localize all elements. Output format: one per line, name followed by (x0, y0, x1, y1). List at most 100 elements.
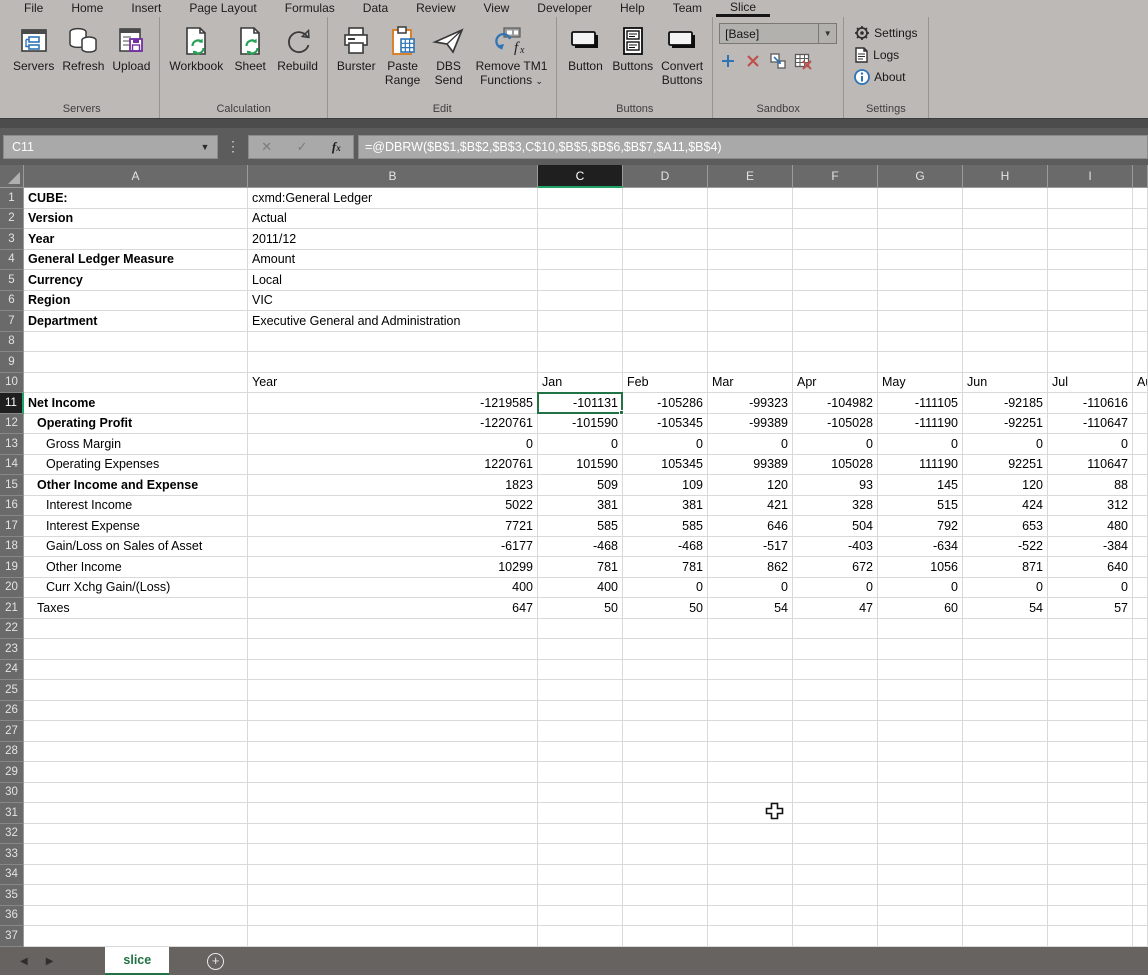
row-header-20[interactable]: 20 (0, 578, 24, 599)
row-header-17[interactable]: 17 (0, 516, 24, 537)
cell[interactable] (708, 352, 793, 373)
cell[interactable] (708, 865, 793, 886)
cell[interactable] (538, 680, 623, 701)
cell[interactable] (708, 885, 793, 906)
commit-sandbox-button[interactable] (769, 52, 787, 70)
cell[interactable] (878, 291, 963, 312)
cell[interactable] (623, 742, 708, 763)
cell[interactable]: -99389 (708, 414, 793, 435)
cell[interactable]: 862 (708, 557, 793, 578)
cell[interactable]: 0 (963, 578, 1048, 599)
cell[interactable] (708, 188, 793, 209)
cell[interactable] (878, 188, 963, 209)
cell[interactable] (24, 332, 248, 353)
rebuild-button[interactable]: Rebuild (274, 21, 321, 75)
ribbon-tab-formulas[interactable]: Formulas (271, 0, 349, 17)
row-header-5[interactable]: 5 (0, 270, 24, 291)
cell[interactable]: cxmd:General Ledger (248, 188, 538, 209)
cell[interactable]: Curr Xchg Gain/(Loss) (24, 578, 248, 599)
cell[interactable] (793, 270, 878, 291)
cell[interactable] (538, 926, 623, 947)
cell[interactable]: 54 (963, 598, 1048, 619)
ribbon-tab-insert[interactable]: Insert (117, 0, 175, 17)
cell[interactable] (793, 824, 878, 845)
cell[interactable] (248, 926, 538, 947)
insert-function-icon[interactable]: fx (332, 139, 341, 155)
cell[interactable]: 1220761 (248, 455, 538, 476)
cell[interactable] (878, 721, 963, 742)
row-header-4[interactable]: 4 (0, 250, 24, 271)
cell[interactable] (878, 639, 963, 660)
cell[interactable] (24, 824, 248, 845)
cell[interactable] (24, 721, 248, 742)
cell[interactable] (538, 742, 623, 763)
cell[interactable] (878, 209, 963, 230)
row-header-26[interactable]: 26 (0, 701, 24, 722)
cell[interactable] (1133, 188, 1148, 209)
cell[interactable] (793, 639, 878, 660)
cell[interactable] (24, 373, 248, 394)
cell[interactable]: 381 (623, 496, 708, 517)
cell[interactable] (248, 680, 538, 701)
cell[interactable]: -403 (793, 537, 878, 558)
cell[interactable] (24, 680, 248, 701)
cell[interactable]: 99389 (708, 455, 793, 476)
cell[interactable]: 640 (1048, 557, 1133, 578)
cell[interactable]: 0 (538, 434, 623, 455)
cell[interactable] (623, 680, 708, 701)
buttons-button[interactable]: Buttons (609, 21, 656, 75)
cell[interactable] (1133, 393, 1148, 414)
cell[interactable] (1133, 578, 1148, 599)
cell[interactable] (963, 332, 1048, 353)
cell[interactable] (1048, 844, 1133, 865)
row-header-1[interactable]: 1 (0, 188, 24, 209)
cell[interactable]: Interest Expense (24, 516, 248, 537)
row-header-13[interactable]: 13 (0, 434, 24, 455)
cell[interactable] (623, 803, 708, 824)
logs-button[interactable]: Logs (850, 45, 903, 64)
column-header-D[interactable]: D (623, 165, 708, 188)
cell[interactable] (963, 844, 1048, 865)
cell[interactable] (878, 742, 963, 763)
cell[interactable] (248, 824, 538, 845)
cell[interactable] (963, 311, 1048, 332)
cell[interactable]: 0 (1048, 434, 1133, 455)
cell[interactable] (24, 885, 248, 906)
cell[interactable] (24, 742, 248, 763)
cell[interactable]: Region (24, 291, 248, 312)
cell[interactable] (1133, 229, 1148, 250)
cell[interactable] (793, 619, 878, 640)
cell[interactable] (1048, 906, 1133, 927)
cell[interactable] (793, 352, 878, 373)
cell[interactable]: -105345 (623, 414, 708, 435)
cell[interactable] (708, 783, 793, 804)
row-header-35[interactable]: 35 (0, 885, 24, 906)
cell[interactable] (1133, 516, 1148, 537)
cell[interactable] (963, 188, 1048, 209)
cell[interactable] (878, 619, 963, 640)
cell[interactable]: 0 (1048, 578, 1133, 599)
cell[interactable]: Aug (1133, 373, 1148, 394)
cell[interactable] (1133, 762, 1148, 783)
cell[interactable] (793, 762, 878, 783)
sandbox-select[interactable]: [Base]▼ (719, 23, 837, 44)
cell[interactable]: 871 (963, 557, 1048, 578)
cell[interactable]: -99323 (708, 393, 793, 414)
cell[interactable] (708, 660, 793, 681)
row-header-25[interactable]: 25 (0, 680, 24, 701)
sheet-prev-icon[interactable]: ◀ (20, 956, 28, 967)
row-header-24[interactable]: 24 (0, 660, 24, 681)
cell[interactable] (793, 229, 878, 250)
cell[interactable]: 120 (708, 475, 793, 496)
cell[interactable]: May (878, 373, 963, 394)
cell[interactable]: 0 (878, 434, 963, 455)
sheet-button[interactable]: Sheet (228, 21, 272, 75)
cell[interactable]: 50 (623, 598, 708, 619)
cell[interactable] (538, 270, 623, 291)
delete-sandbox-button[interactable] (744, 52, 762, 70)
cell[interactable] (708, 311, 793, 332)
cell[interactable] (1133, 906, 1148, 927)
cell[interactable]: Executive General and Administration (248, 311, 538, 332)
cell[interactable]: 400 (538, 578, 623, 599)
cell[interactable] (708, 250, 793, 271)
